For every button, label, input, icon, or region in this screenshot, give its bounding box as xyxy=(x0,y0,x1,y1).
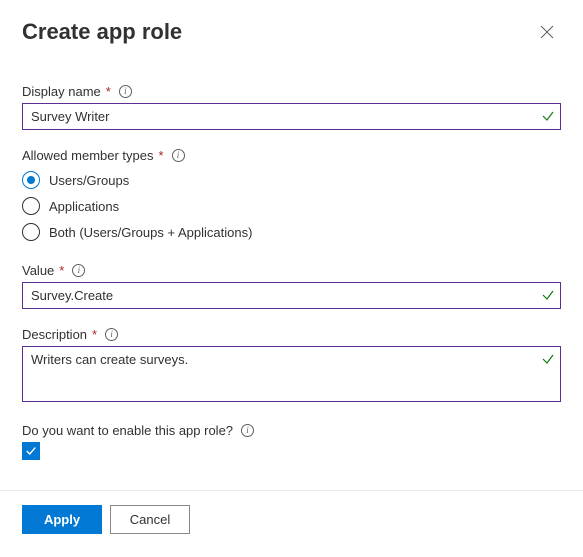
member-types-field: Allowed member types * i Users/Groups Ap… xyxy=(22,148,561,245)
enable-checkbox[interactable] xyxy=(22,442,40,460)
enable-field: Do you want to enable this app role? i xyxy=(22,423,561,460)
radio-both[interactable]: Both (Users/Groups + Applications) xyxy=(22,219,561,245)
radio-icon xyxy=(22,223,40,241)
required-indicator: * xyxy=(159,148,164,163)
radio-label: Users/Groups xyxy=(49,173,129,188)
enable-label: Do you want to enable this app role? xyxy=(22,423,233,438)
value-input[interactable] xyxy=(22,282,561,309)
panel-title: Create app role xyxy=(22,19,182,45)
description-input[interactable] xyxy=(22,346,561,402)
close-icon xyxy=(540,25,554,39)
panel-footer: Apply Cancel xyxy=(0,490,583,548)
info-icon[interactable]: i xyxy=(72,264,85,277)
member-types-label: Allowed member types xyxy=(22,148,154,163)
info-icon[interactable]: i xyxy=(241,424,254,437)
checkmark-icon xyxy=(25,445,37,457)
radio-applications[interactable]: Applications xyxy=(22,193,561,219)
member-types-radio-group: Users/Groups Applications Both (Users/Gr… xyxy=(22,167,561,245)
required-indicator: * xyxy=(106,84,111,99)
value-field: Value * i xyxy=(22,263,561,309)
create-app-role-panel: Create app role Display name * i Allowed… xyxy=(0,0,583,460)
required-indicator: * xyxy=(92,327,97,342)
info-icon[interactable]: i xyxy=(119,85,132,98)
radio-users-groups[interactable]: Users/Groups xyxy=(22,167,561,193)
radio-icon xyxy=(22,171,40,189)
value-label: Value xyxy=(22,263,54,278)
required-indicator: * xyxy=(59,263,64,278)
radio-label: Both (Users/Groups + Applications) xyxy=(49,225,252,240)
apply-button[interactable]: Apply xyxy=(22,505,102,534)
description-label: Description xyxy=(22,327,87,342)
cancel-button[interactable]: Cancel xyxy=(110,505,190,534)
radio-icon xyxy=(22,197,40,215)
display-name-label: Display name xyxy=(22,84,101,99)
display-name-input[interactable] xyxy=(22,103,561,130)
panel-header: Create app role xyxy=(22,18,561,46)
display-name-field: Display name * i xyxy=(22,84,561,130)
close-button[interactable] xyxy=(533,18,561,46)
description-field: Description * i xyxy=(22,327,561,405)
info-icon[interactable]: i xyxy=(172,149,185,162)
radio-label: Applications xyxy=(49,199,119,214)
info-icon[interactable]: i xyxy=(105,328,118,341)
